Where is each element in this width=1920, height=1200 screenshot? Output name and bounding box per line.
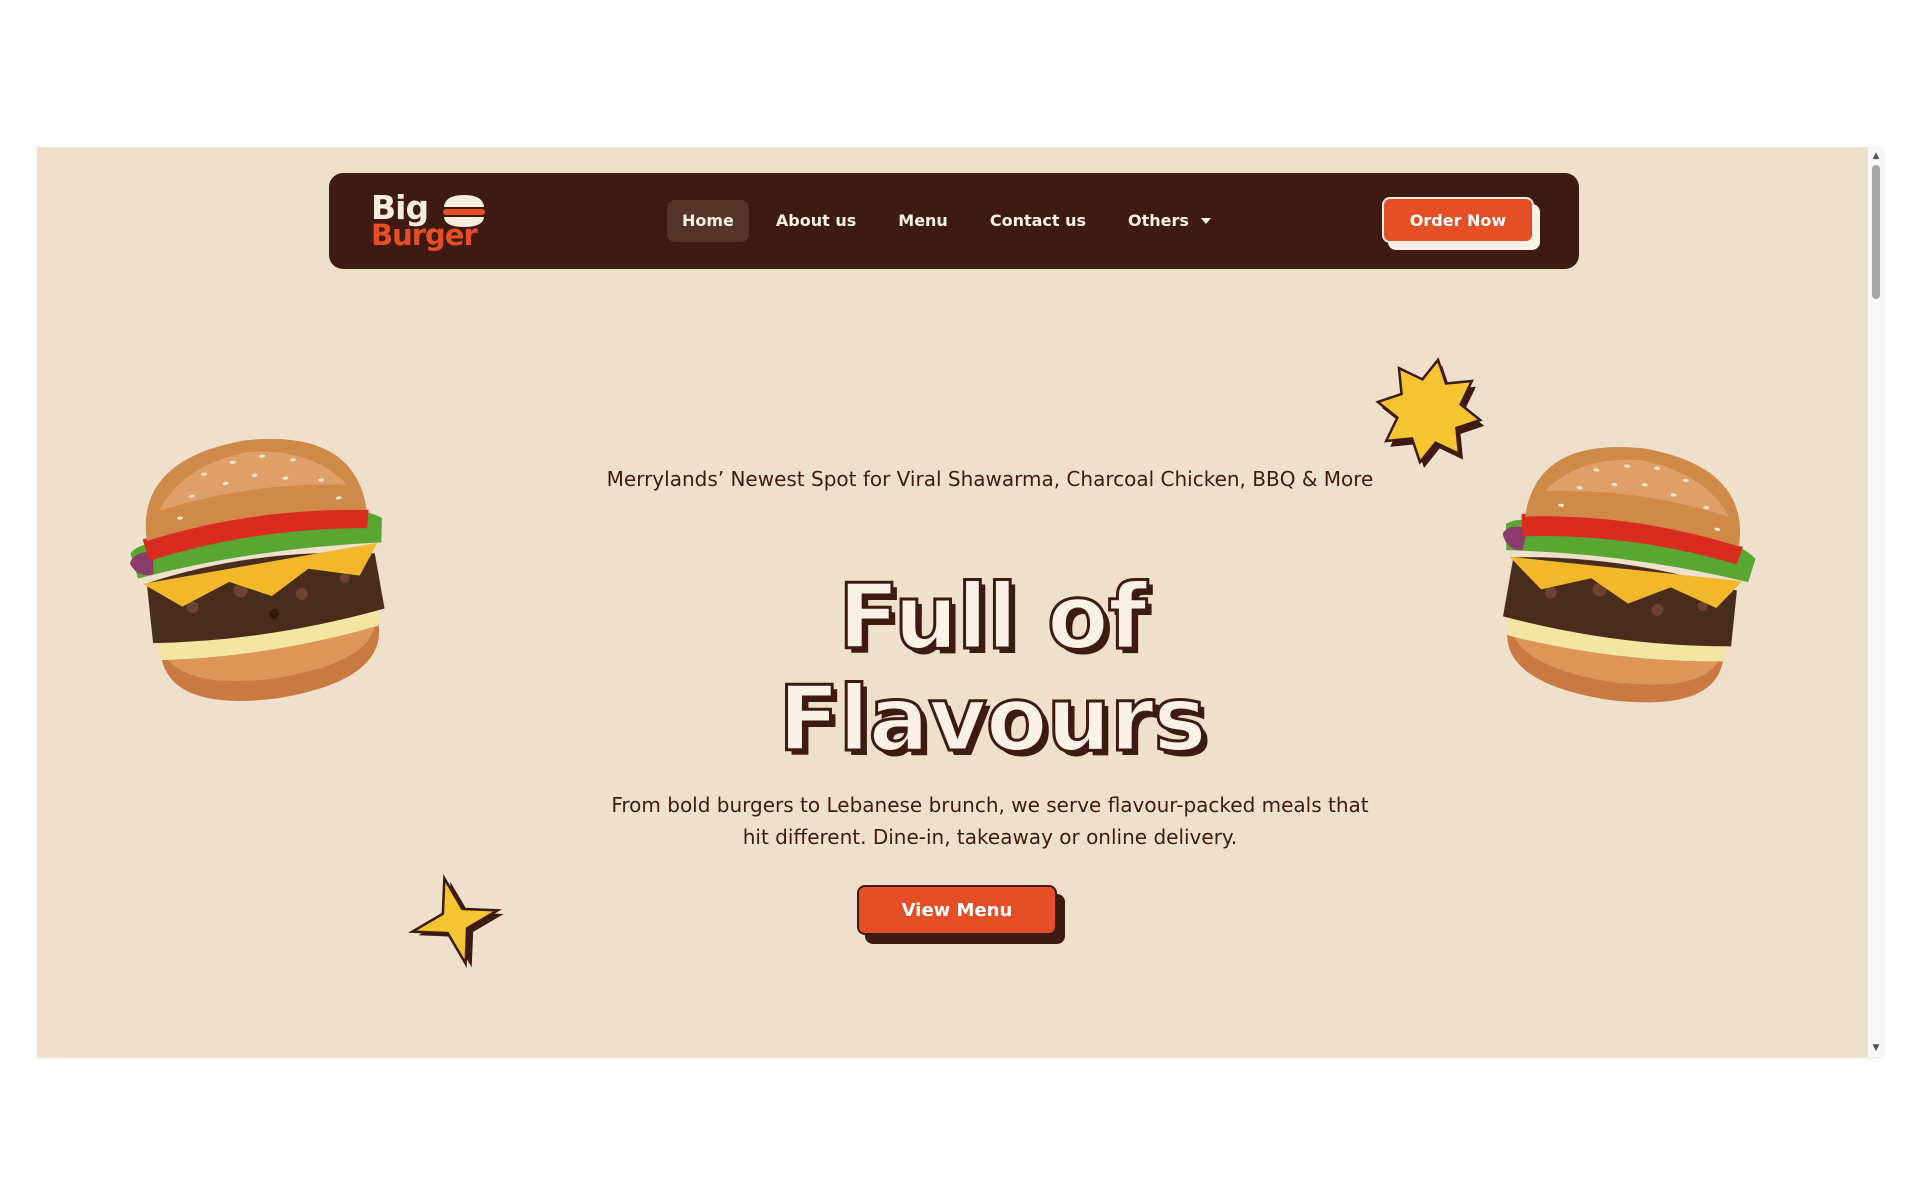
view-menu-label: View Menu [901,899,1013,921]
nav-links: Home About us Menu Contact us Others [667,200,1238,242]
main-navbar: Big Burger Home About us Menu Contact us [329,173,1579,269]
view-menu-button[interactable]: View Menu [857,885,1057,935]
nav-about-us[interactable]: About us [761,200,871,242]
hero-tagline: Merrylands’ Newest Spot for Viral Shawar… [606,467,1374,491]
burger-image-right [1502,446,1756,703]
star-burst-icon [1375,357,1485,469]
order-now-label: Order Now [1409,210,1507,230]
nav-menu-label: Menu [898,211,948,230]
nav-others-dropdown[interactable]: Others [1113,200,1226,242]
scroll-up-arrow-icon[interactable]: ▲ [1868,149,1883,163]
nav-contact-label: Contact us [989,211,1087,230]
nav-about-label: About us [775,211,857,230]
nav-menu[interactable]: Menu [883,200,963,242]
nav-home[interactable]: Home [667,200,749,242]
nav-others-label: Others [1128,211,1189,230]
vertical-scrollbar[interactable]: ▲ ▼ [1867,147,1883,1057]
brand-logo[interactable]: Big Burger [371,189,491,255]
view-menu-wrapper: View Menu [857,885,1067,945]
burger-image-left [129,438,385,701]
burger-logo-icon [443,195,485,227]
hero-title-line1: Full of [836,565,1148,670]
order-now-button[interactable]: Order Now [1382,197,1534,243]
page-viewport: Big Burger Home About us Menu Contact us [37,147,1883,1057]
nav-home-label: Home [682,211,734,230]
hero-description: From bold burgers to Lebanese brunch, we… [611,793,1369,849]
scroll-down-arrow-icon[interactable]: ▼ [1868,1041,1883,1055]
nav-contact-us[interactable]: Contact us [975,200,1101,242]
hero-title: Full of Flavours [577,565,1407,772]
four-point-star-icon [408,874,504,968]
hero-title-line2: Flavours [777,667,1209,772]
chevron-down-icon [1200,218,1211,224]
scrollbar-thumb[interactable] [1872,165,1880,299]
order-now-wrapper: Order Now [1382,197,1542,250]
